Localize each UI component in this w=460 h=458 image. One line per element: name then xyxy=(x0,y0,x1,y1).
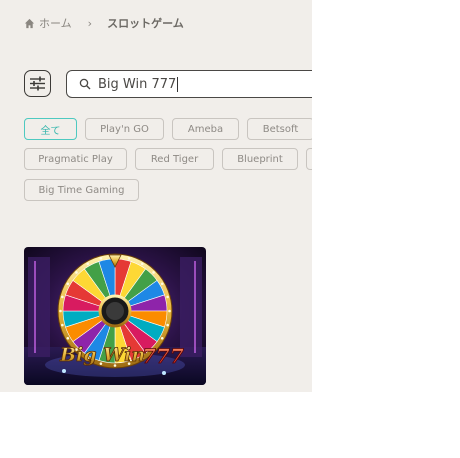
text-caret xyxy=(177,76,179,92)
svg-text:777: 777 xyxy=(142,344,184,368)
filter-chip-all[interactable]: 全て xyxy=(24,118,77,140)
home-icon xyxy=(24,18,35,28)
filter-chip-blueprint[interactable]: Blueprint xyxy=(222,148,298,170)
filter-button[interactable] xyxy=(24,70,51,97)
svg-text:Big Win: Big Win xyxy=(59,344,145,366)
main-panel: ホーム › スロットゲーム Big Win 777 全て Play'n GO A… xyxy=(0,0,312,392)
filter-chip-playngo[interactable]: Play'n GO xyxy=(85,118,164,140)
breadcrumb-current: スロットゲーム xyxy=(107,17,184,30)
search-icon xyxy=(79,78,91,90)
breadcrumb: ホーム › スロットゲーム xyxy=(24,14,184,32)
filter-chip-overflow[interactable] xyxy=(306,148,312,170)
breadcrumb-home-link[interactable]: ホーム xyxy=(39,15,72,31)
game-thumbnail: Big Win 777 xyxy=(24,247,206,385)
filter-chip-big-time-gaming[interactable]: Big Time Gaming xyxy=(24,179,139,201)
filter-chip-ameba[interactable]: Ameba xyxy=(172,118,239,140)
filter-chip-pragmatic-play[interactable]: Pragmatic Play xyxy=(24,148,127,170)
filter-chip-betsoft[interactable]: Betsoft xyxy=(247,118,312,140)
search-value: Big Win 777 xyxy=(98,76,177,92)
sliders-icon xyxy=(30,76,45,91)
filter-chip-red-tiger[interactable]: Red Tiger xyxy=(135,148,214,170)
chevron-right-icon: › xyxy=(87,16,93,30)
game-logo: Big Win 777 xyxy=(59,344,185,369)
game-tile-big-win-777[interactable]: Big Win 777 xyxy=(24,247,206,385)
search-input[interactable]: Big Win 777 xyxy=(66,70,312,98)
